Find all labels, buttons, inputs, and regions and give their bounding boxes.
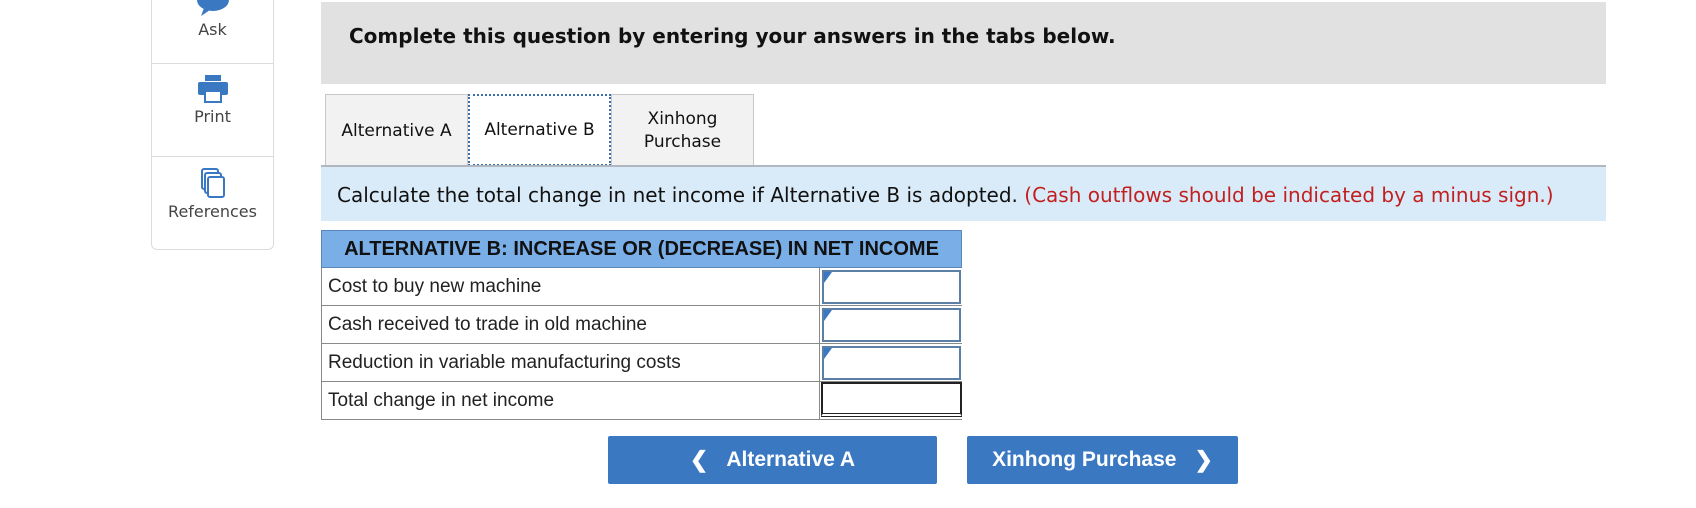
row-label: Total change in net income <box>328 390 555 411</box>
row-label: Cost to buy new machine <box>328 276 542 297</box>
row-cell <box>819 382 962 419</box>
printer-icon <box>197 75 228 103</box>
chevron-right-icon: ❯ <box>1194 447 1213 472</box>
table-row: Cash received to trade in old machine <box>321 306 962 344</box>
row-label: Cash received to trade in old machine <box>328 314 647 335</box>
tool-divider <box>152 63 273 64</box>
instruction-main: Calculate the total change in net income… <box>337 183 1018 207</box>
trade-in-cash-input[interactable] <box>822 308 961 342</box>
print-tool[interactable]: Print <box>152 74 273 126</box>
ask-tool[interactable]: Ask <box>152 0 273 39</box>
next-button-label: Xinhong Purchase <box>992 448 1177 471</box>
instruction-note: (Cash outflows should be indicated by a … <box>1024 183 1554 207</box>
ask-label: Ask <box>198 20 227 39</box>
banner-text: Complete this question by entering your … <box>349 24 1116 48</box>
cost-new-machine-input[interactable] <box>822 270 961 304</box>
references-label: References <box>168 202 257 221</box>
tab-xinhong-purchase[interactable]: Xinhong Purchase <box>611 94 754 166</box>
tab-alternative-a[interactable]: Alternative A <box>325 94 468 166</box>
row-label: Reduction in variable manufacturing cost… <box>328 352 681 373</box>
table-header: ALTERNATIVE B: INCREASE OR (DECREASE) IN… <box>321 230 962 268</box>
documents-icon <box>200 168 225 198</box>
total-net-income-input[interactable] <box>821 382 962 417</box>
speech-bubble-icon <box>196 0 229 16</box>
instructions-banner: Complete this question by entering your … <box>321 2 1606 84</box>
table-row: Total change in net income <box>321 382 962 420</box>
next-tab-button[interactable]: Xinhong Purchase ❯ <box>967 436 1238 484</box>
prev-button-label: Alternative A <box>726 448 856 471</box>
tab-label: Xinhong Purchase <box>643 108 722 152</box>
tab-label: Alternative B <box>484 120 595 140</box>
table-row: Reduction in variable manufacturing cost… <box>321 344 962 382</box>
print-label: Print <box>194 107 231 126</box>
row-cell <box>819 344 962 381</box>
row-cell <box>819 268 962 305</box>
chevron-left-icon: ❮ <box>689 447 709 472</box>
tab-label: Alternative A <box>341 120 452 141</box>
question-instruction: Calculate the total change in net income… <box>321 167 1606 221</box>
variable-cost-reduction-input[interactable] <box>822 346 961 380</box>
instruction-text: Calculate the total change in net income… <box>337 183 1554 207</box>
tab-alternative-b[interactable]: Alternative B <box>468 94 611 166</box>
tool-divider <box>152 156 273 157</box>
tools-panel: Ask Print References <box>151 0 274 250</box>
row-cell <box>819 306 962 343</box>
table-row: Cost to buy new machine <box>321 268 962 306</box>
references-tool[interactable]: References <box>152 167 273 221</box>
prev-tab-button[interactable]: ❮ Alternative A <box>608 436 937 484</box>
net-income-table: ALTERNATIVE B: INCREASE OR (DECREASE) IN… <box>321 230 962 420</box>
